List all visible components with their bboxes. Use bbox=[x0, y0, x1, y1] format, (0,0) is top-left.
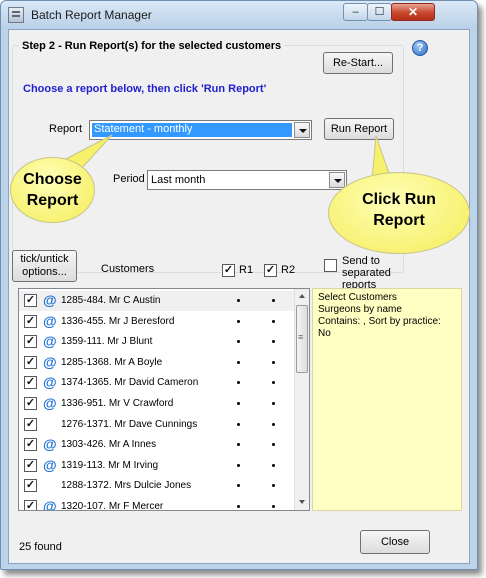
choose-report-callout: Choose Report bbox=[10, 157, 95, 223]
callout-pointers bbox=[58, 134, 393, 183]
callout-line: Choose bbox=[23, 171, 82, 188]
callout-line: Report bbox=[26, 192, 79, 209]
callout-line: Report bbox=[373, 212, 425, 229]
callout-line: Click Run bbox=[362, 191, 436, 208]
click-run-report-callout: Click Run Report bbox=[328, 172, 470, 254]
